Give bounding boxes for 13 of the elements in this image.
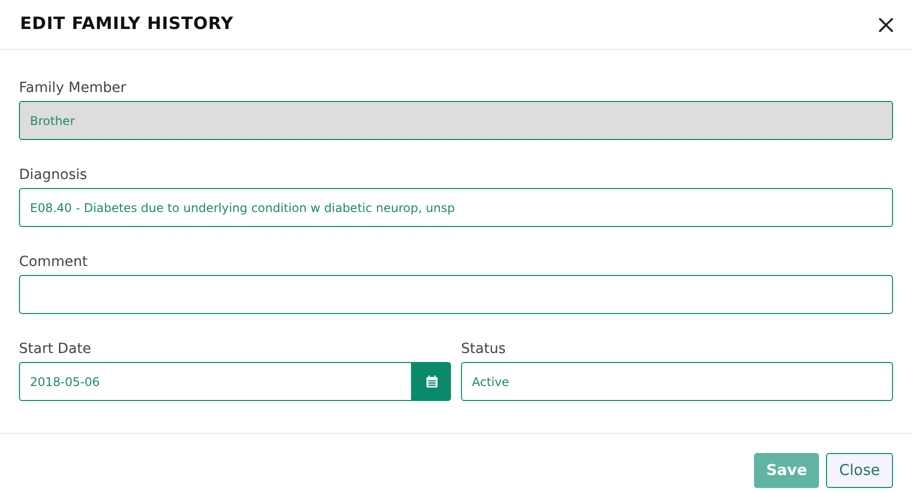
field-label: Diagnosis (19, 166, 88, 184)
close-button[interactable]: Close (826, 453, 893, 488)
calendar-icon (426, 375, 438, 388)
input-field[interactable] (19, 275, 893, 314)
dialog-title: EDIT FAMILY HISTORY (20, 12, 234, 36)
field-label: Family Member (19, 79, 128, 97)
field-label: Comment (19, 253, 89, 271)
input-field[interactable]: Active (461, 362, 893, 401)
date-field[interactable]: 2018-05-06 (19, 362, 412, 401)
calendar-button[interactable] (412, 362, 451, 401)
input-field[interactable]: E08.40 - Diabetes due to underlying condition w diabetic neurop, unsp (19, 188, 893, 227)
field-label: Status (461, 340, 507, 358)
field-label: Start Date (19, 340, 92, 358)
